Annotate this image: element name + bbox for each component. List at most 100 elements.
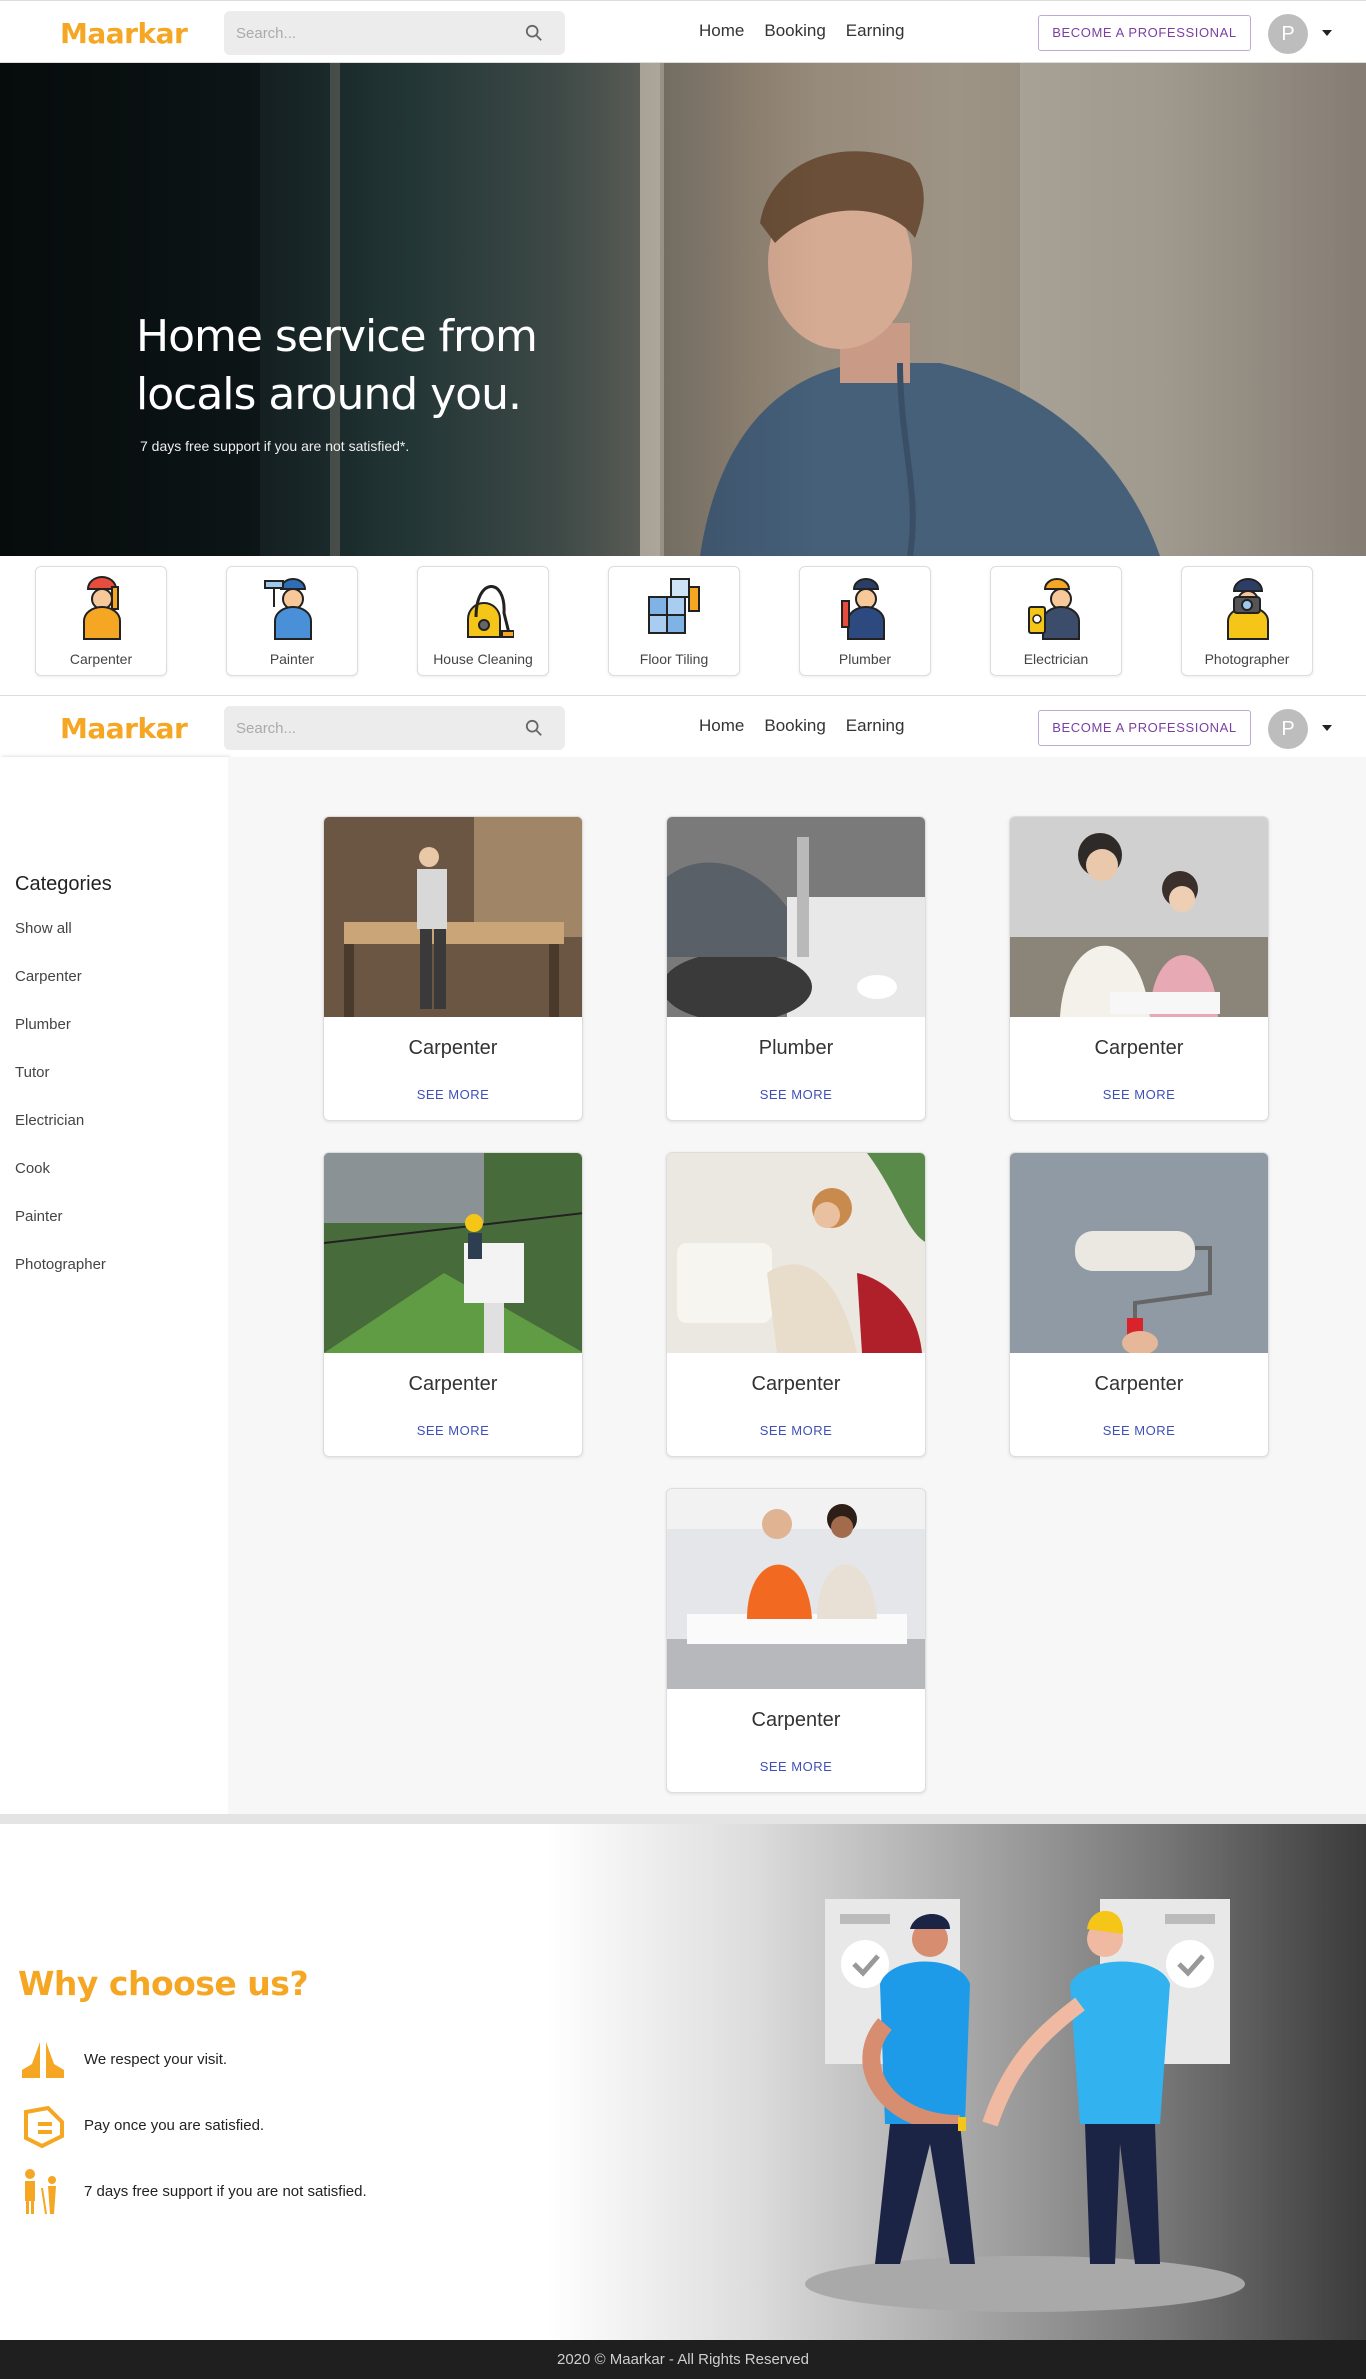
category-card-plumber[interactable]: Plumber	[799, 566, 931, 676]
payment-tag-icon	[24, 2105, 64, 2149]
service-title: Carpenter	[751, 1709, 841, 1731]
sidebar-item-show-all[interactable]: Show all	[15, 920, 72, 937]
carpenter-photo	[324, 817, 582, 1017]
sidebar-item-painter[interactable]: Painter	[15, 1208, 63, 1225]
nav-link-home[interactable]: Home	[699, 21, 744, 41]
nav-links: Home Booking Earning	[699, 21, 904, 41]
support-people-icon	[25, 2169, 56, 2215]
category-strip: Carpenter Painter House Cleaning Floor T…	[0, 556, 1366, 696]
sidebar-item-electrician[interactable]: Electrician	[15, 1112, 84, 1129]
why-text: Pay once you are satisfied.	[84, 2117, 265, 2134]
see-more-link[interactable]: SEE MORE	[667, 1759, 925, 1774]
sidebar-item-cook[interactable]: Cook	[15, 1160, 50, 1177]
category-card-photographer[interactable]: Photographer	[1181, 566, 1313, 676]
site-planning-photo	[667, 1489, 925, 1689]
vacuum-icon	[467, 585, 514, 638]
chevron-down-icon[interactable]	[1322, 725, 1332, 731]
nav-link-booking[interactable]: Booking	[764, 21, 825, 41]
footer: 2020 © Maarkar - All Rights Reserved	[0, 2340, 1366, 2379]
hero-title: Home service from locals around you.	[136, 311, 538, 420]
categories-sidebar: Categories Show all Carpenter Plumber Tu…	[0, 757, 228, 1814]
brand-logo[interactable]: Maarkar	[60, 712, 188, 745]
tailor-photo	[667, 1153, 925, 1353]
section-divider	[0, 1814, 1366, 1824]
search-icon[interactable]	[525, 719, 543, 737]
praying-hands-icon	[22, 2042, 64, 2078]
services-grid: Carpenter SEE MORE Plumber SEE MORE Carp…	[228, 757, 1366, 1814]
sidebar-item-carpenter[interactable]: Carpenter	[15, 968, 82, 985]
see-more-link[interactable]: SEE MORE	[667, 1423, 925, 1438]
why-text: 7 days free support if you are not satis…	[84, 2183, 367, 2200]
sidebar-item-photographer[interactable]: Photographer	[15, 1256, 106, 1273]
category-label: Painter	[269, 651, 315, 667]
see-more-link[interactable]: SEE MORE	[324, 1423, 582, 1438]
paint-roller-photo	[1010, 1153, 1268, 1353]
service-card[interactable]: Carpenter SEE MORE	[1009, 816, 1269, 1121]
plumber-icon	[841, 578, 885, 640]
search-icon[interactable]	[525, 24, 543, 42]
handshake-illustration	[805, 1899, 1245, 2312]
service-title: Carpenter	[408, 1037, 498, 1059]
service-title: Carpenter	[1094, 1373, 1184, 1395]
service-title: Carpenter	[1094, 1037, 1184, 1059]
category-card-carpenter[interactable]: Carpenter	[35, 566, 167, 676]
search-input[interactable]	[236, 718, 516, 738]
see-more-link[interactable]: SEE MORE	[667, 1087, 925, 1102]
why-choose-us-section: Why choose us? We respect your visit. Pa…	[0, 1824, 1366, 2340]
sidebar-item-plumber[interactable]: Plumber	[15, 1016, 71, 1033]
brand-logo[interactable]: Maarkar	[60, 17, 188, 50]
tiling-icon	[648, 578, 700, 634]
search-box[interactable]	[224, 11, 565, 55]
nav-link-earning[interactable]: Earning	[846, 716, 905, 736]
nav-link-earning[interactable]: Earning	[846, 21, 905, 41]
service-card[interactable]: Carpenter SEE MORE	[1009, 1152, 1269, 1457]
service-title: Carpenter	[408, 1373, 498, 1395]
category-label: Plumber	[838, 651, 892, 667]
why-text: We respect your visit.	[84, 2051, 228, 2068]
tutor-photo	[1010, 817, 1268, 1017]
search-box[interactable]	[224, 706, 565, 750]
category-label: Photographer	[1204, 651, 1290, 667]
avatar[interactable]: P	[1268, 14, 1308, 54]
chevron-down-icon[interactable]	[1322, 30, 1332, 36]
service-card[interactable]: Carpenter SEE MORE	[323, 816, 583, 1121]
nav-links: Home Booking Earning	[699, 716, 904, 736]
category-label: Carpenter	[69, 651, 133, 667]
electrician-icon	[1028, 578, 1080, 640]
hero-subtitle: 7 days free support if you are not satis…	[140, 438, 410, 454]
category-card-floor-tiling[interactable]: Floor Tiling	[608, 566, 740, 676]
service-title: Plumber	[758, 1037, 834, 1059]
painter-icon	[264, 578, 312, 640]
plumber-photo	[667, 817, 925, 1017]
category-card-electrician[interactable]: Electrician	[990, 566, 1122, 676]
nav-link-booking[interactable]: Booking	[764, 716, 825, 736]
carpenter-icon	[83, 576, 121, 640]
sticky-navbar: Maarkar Home Booking Earning BECOME A PR…	[0, 695, 1366, 758]
footer-copyright: 2020 © Maarkar - All Rights Reserved	[557, 2351, 809, 2368]
become-professional-button[interactable]: BECOME A PROFESSIONAL	[1038, 710, 1251, 746]
category-label: House Cleaning	[433, 651, 533, 667]
hero-banner: Home service from locals around you. 7 d…	[0, 63, 1366, 556]
avatar[interactable]: P	[1268, 709, 1308, 749]
see-more-link[interactable]: SEE MORE	[1010, 1087, 1268, 1102]
service-card[interactable]: Plumber SEE MORE	[666, 816, 926, 1121]
category-label: Electrician	[1023, 651, 1089, 667]
nav-link-home[interactable]: Home	[699, 716, 744, 736]
search-input[interactable]	[236, 23, 516, 43]
top-navbar: Maarkar Home Booking Earning BECOME A PR…	[0, 0, 1366, 63]
service-card[interactable]: Carpenter SEE MORE	[323, 1152, 583, 1457]
category-card-painter[interactable]: Painter	[226, 566, 358, 676]
category-label: Floor Tiling	[639, 651, 709, 667]
why-title: Why choose us?	[18, 1964, 309, 2003]
photographer-icon	[1227, 578, 1269, 640]
become-professional-button[interactable]: BECOME A PROFESSIONAL	[1038, 15, 1251, 51]
see-more-link[interactable]: SEE MORE	[1010, 1423, 1268, 1438]
category-card-house-cleaning[interactable]: House Cleaning	[417, 566, 549, 676]
sidebar-title: Categories	[15, 873, 112, 895]
electrician-photo	[324, 1153, 582, 1353]
service-card[interactable]: Carpenter SEE MORE	[666, 1152, 926, 1457]
service-card[interactable]: Carpenter SEE MORE	[666, 1488, 926, 1793]
see-more-link[interactable]: SEE MORE	[324, 1087, 582, 1102]
service-title: Carpenter	[751, 1373, 841, 1395]
sidebar-item-tutor[interactable]: Tutor	[15, 1064, 49, 1081]
